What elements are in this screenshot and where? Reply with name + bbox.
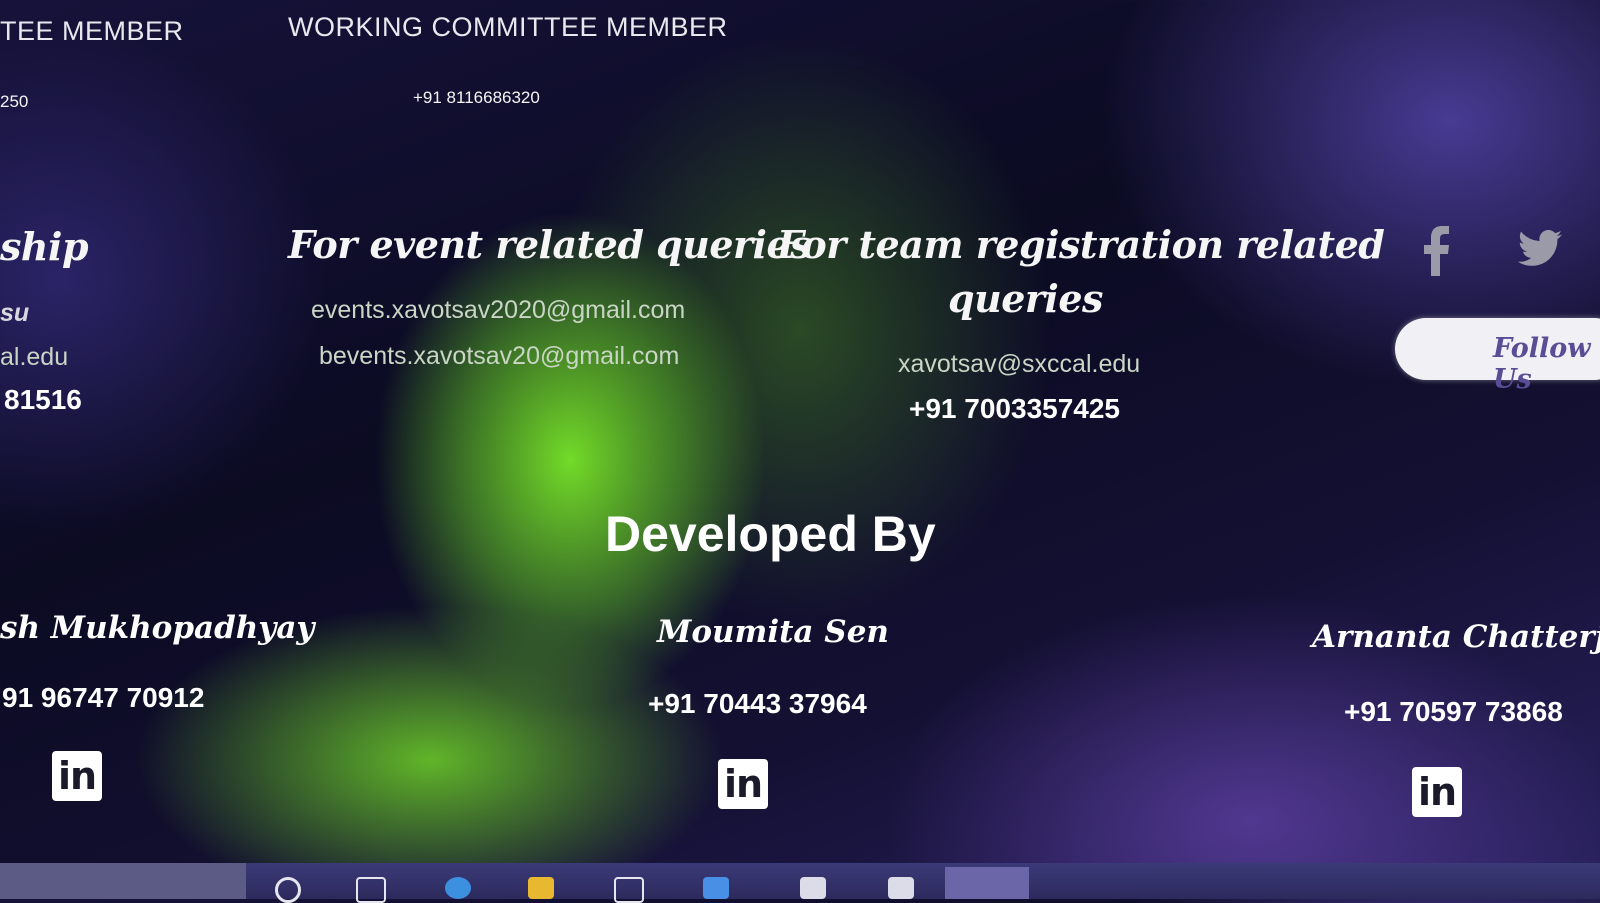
- facebook-icon[interactable]: [1420, 226, 1452, 276]
- linkedin-icon[interactable]: in: [718, 759, 768, 809]
- event-email-2[interactable]: bevents.xavotsav20@gmail.com: [319, 342, 679, 371]
- committee-phone-right: +91 8116686320: [413, 88, 540, 107]
- folder-icon[interactable]: [528, 877, 554, 899]
- developer-name: Moumita Sen: [657, 614, 889, 650]
- app-icon[interactable]: [888, 877, 914, 899]
- sponsorship-email[interactable]: al.edu: [0, 343, 68, 372]
- team-queries-heading-line1: For team registration related: [777, 222, 1385, 267]
- sponsorship-heading: ship: [0, 224, 89, 269]
- event-email-1[interactable]: events.xavotsav2020@gmail.com: [311, 296, 685, 325]
- sponsorship-phone: 81516: [4, 384, 82, 415]
- taskbar: [0, 863, 1600, 903]
- committee-phone-left: 250: [0, 92, 29, 111]
- sponsorship-name: su: [0, 299, 30, 327]
- committee-role-right: WORKING COMMITTEE MEMBER: [288, 12, 728, 42]
- mail-icon[interactable]: [703, 877, 729, 899]
- developed-by-title: Developed By: [605, 506, 936, 562]
- team-phone: +91 7003357425: [909, 393, 1120, 424]
- developer-phone: +91 70597 73868: [1344, 696, 1563, 727]
- follow-us-button[interactable]: Follow Us: [1395, 318, 1600, 395]
- task-view-icon[interactable]: [356, 877, 386, 903]
- developer-name: Arnanta Chatterjee: [1312, 619, 1600, 655]
- media-icon[interactable]: [800, 877, 826, 899]
- taskbar-search-box[interactable]: [0, 863, 246, 899]
- follow-us-label: Follow Us: [1493, 333, 1591, 395]
- linkedin-icon[interactable]: in: [52, 751, 102, 801]
- developer-phone: 91 96747 70912: [2, 682, 205, 713]
- committee-role-left: TEE MEMBER: [0, 16, 184, 46]
- team-queries-heading-line2: queries: [948, 276, 1103, 321]
- edge-icon[interactable]: [445, 877, 471, 899]
- event-queries-heading: For event related queries: [288, 222, 812, 267]
- linkedin-icon[interactable]: in: [1412, 767, 1462, 817]
- store-icon[interactable]: [614, 877, 644, 903]
- twitter-icon[interactable]: [1518, 230, 1562, 268]
- active-app-tile[interactable]: [945, 867, 1029, 899]
- search-icon[interactable]: [275, 877, 301, 903]
- developer-phone: +91 70443 37964: [648, 688, 867, 719]
- team-email[interactable]: xavotsav@sxccal.edu: [898, 350, 1140, 379]
- developer-name: sh Mukhopadhyay: [0, 610, 315, 646]
